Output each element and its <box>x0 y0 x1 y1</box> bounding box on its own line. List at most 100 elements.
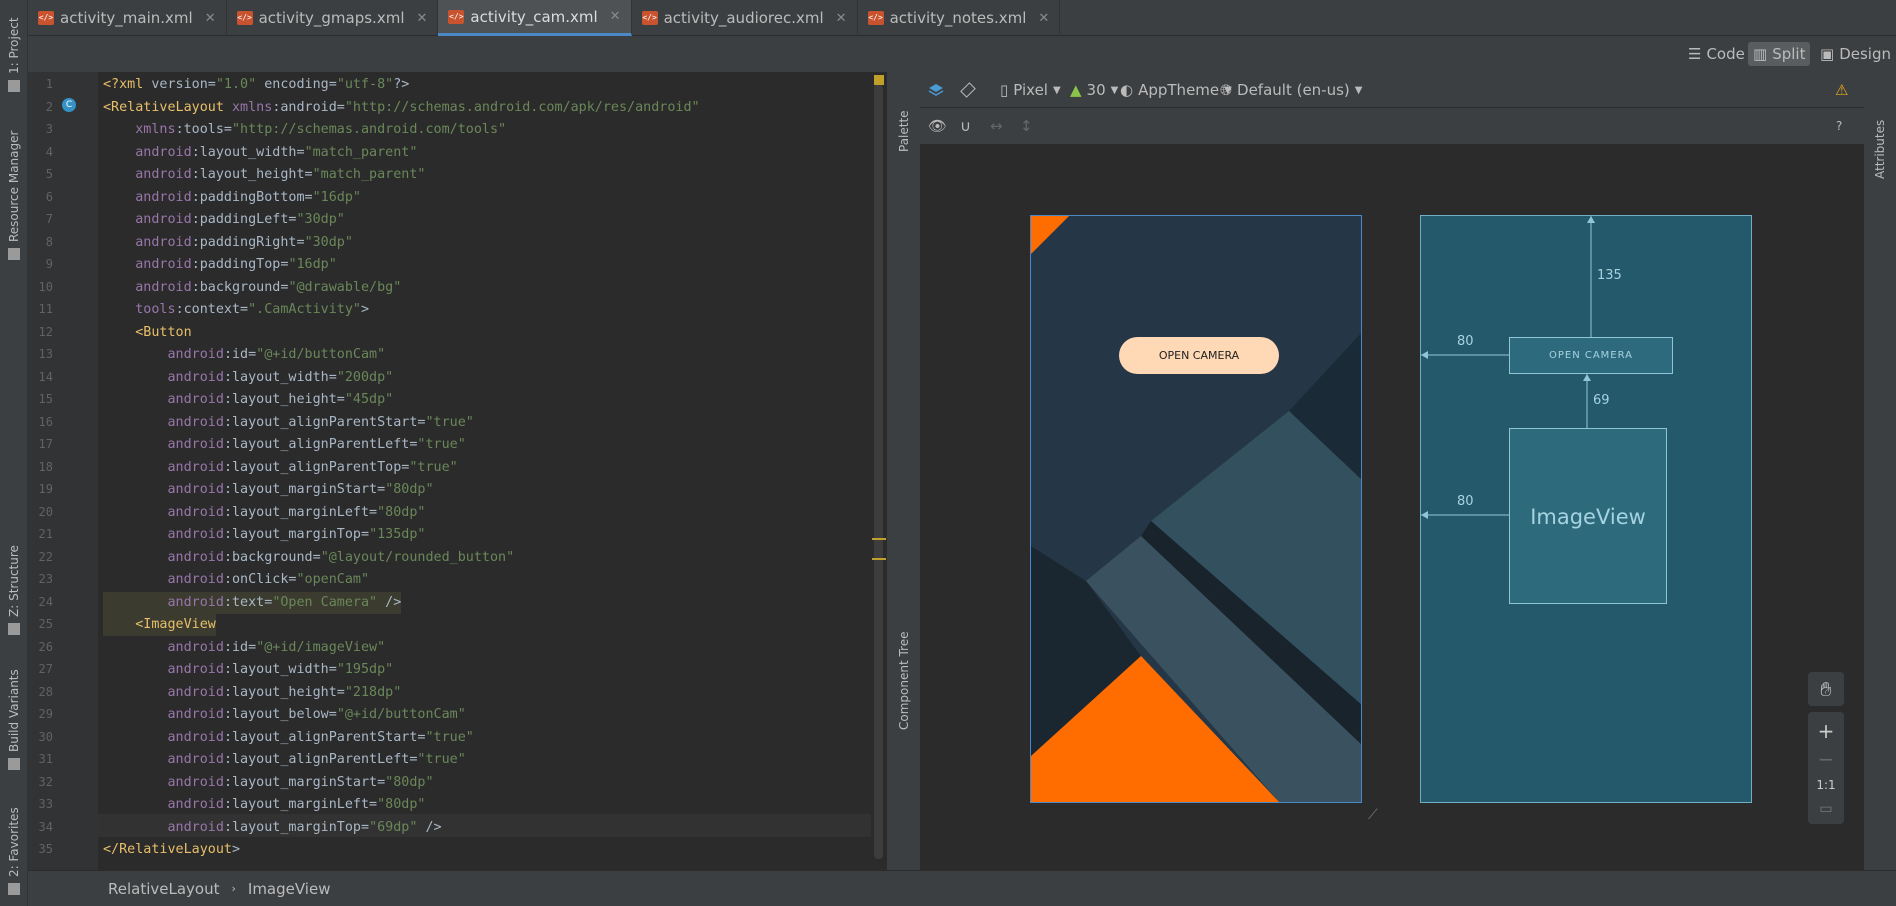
code-line[interactable]: android:paddingLeft="30dp" <box>103 209 345 231</box>
structure-tool-button[interactable]: Z: Structure <box>5 545 23 635</box>
warning-marker-icon[interactable] <box>874 75 884 85</box>
code-view-button[interactable]: ☰ Code <box>1683 42 1750 66</box>
code-line[interactable]: tools:context=".CamActivity"> <box>103 299 369 321</box>
code-view-icon: ☰ <box>1688 45 1702 63</box>
tab-activity-main[interactable]: </> activity_main.xml ✕ <box>28 0 227 36</box>
code-line[interactable]: android:background="@layout/rounded_butt… <box>103 547 515 569</box>
editor-tab-bar: </> activity_main.xml ✕ </> activity_gmaps.… <box>28 0 1896 36</box>
breadcrumb-item-imageview[interactable]: ImageView <box>248 880 331 898</box>
code-line[interactable]: <?xml version="1.0" encoding="utf-8"?> <box>103 74 409 96</box>
code-line[interactable]: </RelativeLayout> <box>103 839 240 861</box>
code-line[interactable]: android:paddingTop="16dp" <box>103 254 337 276</box>
code-line[interactable]: android:onClick="openCam" <box>103 569 370 591</box>
code-line[interactable]: android:id="@+id/buttonCam" <box>103 344 386 366</box>
code-line[interactable]: android:layout_height="218dp" <box>103 682 402 704</box>
code-line[interactable]: android:layout_alignParentStart="true" <box>103 727 474 749</box>
blueprint-view[interactable]: OPEN CAMERA ImageView 135 80 69 80 <box>1420 215 1752 803</box>
code-editor[interactable]: 1 2 3 4 5 6 7 8 9 10 11 12 13 14 15 16 17 18 19 20 21 22 23 24 2… <box>28 72 886 870</box>
code-line[interactable]: android:layout_alignParentTop="true" <box>103 457 458 479</box>
attributes-tab[interactable]: Attributes <box>1873 84 1887 179</box>
line-number: 30 <box>38 729 53 744</box>
warning-icon[interactable]: ⚠ <box>1835 80 1848 100</box>
close-icon[interactable]: ✕ <box>205 11 216 26</box>
close-icon[interactable]: ✕ <box>836 11 847 26</box>
resize-handle-icon[interactable]: ⟋ <box>1368 807 1388 827</box>
code-line[interactable]: android:layout_width="195dp" <box>103 659 394 681</box>
close-icon[interactable]: ✕ <box>610 9 621 24</box>
device-selector[interactable]: ▯ Pixel ▼ <box>1000 80 1061 100</box>
open-camera-blueprint-button[interactable]: OPEN CAMERA <box>1509 337 1673 374</box>
tab-activity-notes[interactable]: </> activity_notes.xml ✕ <box>858 0 1061 36</box>
code-line[interactable]: android:id="@+id/imageView" <box>103 637 386 659</box>
code-line[interactable]: <RelativeLayout xmlns:android="http://sc… <box>103 97 700 119</box>
code-line[interactable]: android:background="@drawable/bg" <box>103 277 401 299</box>
layout-preview[interactable]: OPEN CAMERA <box>1030 215 1362 803</box>
tab-activity-cam[interactable]: </> activity_cam.xml ✕ <box>438 0 632 36</box>
component-tree-tab[interactable]: Component Tree <box>897 620 911 730</box>
code-line[interactable]: android:layout_width="200dp" <box>103 367 394 389</box>
line-number: 10 <box>38 279 53 294</box>
resource-manager-tool-button[interactable]: Resource Manager <box>5 120 23 260</box>
code-line[interactable]: android:paddingRight="30dp" <box>103 232 353 254</box>
code-line[interactable]: <Button <box>103 322 191 344</box>
line-number: 15 <box>38 392 53 406</box>
vertical-arrows-icon[interactable]: ↕ <box>1020 116 1033 136</box>
class-gutter-icon[interactable]: C <box>62 98 76 112</box>
chevron-down-icon: ▼ <box>1052 84 1061 96</box>
line-number: 35 <box>38 842 53 856</box>
tab-activity-audiorec[interactable]: </> activity_audiorec.xml ✕ <box>632 0 858 36</box>
eye-icon[interactable]: 👁︎ <box>928 116 947 136</box>
imageview-blueprint[interactable]: ImageView <box>1509 428 1667 604</box>
line-number: 17 <box>38 437 53 451</box>
palette-tab[interactable]: Palette <box>897 82 911 152</box>
code-line[interactable]: android:layout_height="match_parent" <box>103 164 425 186</box>
code-line[interactable]: android:layout_marginTop="69dp" /> <box>103 817 442 839</box>
code-line[interactable]: <ImageView <box>103 614 216 636</box>
code-line[interactable]: android:layout_marginLeft="80dp" <box>103 502 426 524</box>
scrollbar-thumb[interactable] <box>874 84 883 859</box>
theme-selector[interactable]: ◐ AppTheme ▼ <box>1120 80 1232 100</box>
theme-icon: ◐ <box>1120 81 1134 99</box>
zoom-fit-icon[interactable]: ▭ <box>1808 792 1844 826</box>
code-line[interactable]: android:layout_marginLeft="80dp" <box>103 794 426 816</box>
horizontal-arrows-icon[interactable]: ↔ <box>990 116 1003 136</box>
design-surface[interactable]: ▯ Pixel ▼ ▲ 30 ▼ ◐ AppTheme ▼ 🌐︎ Default (en-us… <box>920 72 1864 870</box>
code-line[interactable]: android:layout_alignParentStart="true" <box>103 412 474 434</box>
code-line[interactable]: android:layout_height="45dp" <box>103 389 394 411</box>
build-variants-tool-button[interactable]: Build Variants <box>5 665 23 770</box>
build-variants-icon <box>8 758 20 770</box>
favorites-tool-button[interactable]: 2: Favorites <box>5 800 23 895</box>
pan-hand-icon[interactable]: ✋︎ <box>1808 672 1844 706</box>
code-line[interactable]: android:layout_marginStart="80dp" <box>103 772 434 794</box>
dimension-left-button-label: 80 <box>1457 334 1474 349</box>
close-icon[interactable]: ✕ <box>1038 11 1049 26</box>
breadcrumb-item-relativelayout[interactable]: RelativeLayout <box>108 880 219 898</box>
editor-scrollbar[interactable] <box>871 72 886 870</box>
code-line[interactable]: android:layout_width="match_parent" <box>103 142 417 164</box>
code-line[interactable]: android:text="Open Camera" /> <box>103 591 402 614</box>
code-line[interactable]: android:paddingBottom="16dp" <box>103 187 361 209</box>
code-line[interactable]: android:layout_alignParentLeft="true" <box>103 749 466 771</box>
open-camera-preview-button[interactable]: OPEN CAMERA <box>1119 337 1279 374</box>
dimension-top-label: 135 <box>1597 268 1622 283</box>
api-selector[interactable]: ▲ 30 ▼ <box>1070 80 1118 100</box>
code-line[interactable]: android:layout_marginTop="135dp" <box>103 524 426 546</box>
magnet-icon[interactable]: ∪ <box>960 116 971 136</box>
tab-activity-gmaps[interactable]: </> activity_gmaps.xml ✕ <box>227 0 439 36</box>
layers-icon[interactable] <box>928 80 944 100</box>
orientation-icon[interactable] <box>960 80 976 100</box>
project-tool-button[interactable]: 1: Project <box>5 12 23 92</box>
line-number: 32 <box>38 774 53 789</box>
locale-selector[interactable]: 🌐︎ Default (en-us) ▼ <box>1220 80 1362 100</box>
code-line[interactable]: xmlns:tools="http://schemas.android.com/… <box>103 119 506 141</box>
code-line[interactable]: android:layout_below="@+id/buttonCam" <box>103 704 466 726</box>
design-view-button[interactable]: ▣ Design <box>1815 42 1896 66</box>
help-icon[interactable]: ? <box>1836 116 1842 136</box>
split-view-button[interactable]: ▥ Split <box>1748 42 1811 66</box>
code-line[interactable]: android:layout_alignParentLeft="true" <box>103 434 466 456</box>
code-line[interactable]: android:layout_marginStart="80dp" <box>103 479 434 501</box>
line-number: 34 <box>38 819 53 834</box>
globe-icon: 🌐︎ <box>1220 81 1233 99</box>
structure-icon <box>8 623 20 635</box>
close-icon[interactable]: ✕ <box>417 11 428 26</box>
